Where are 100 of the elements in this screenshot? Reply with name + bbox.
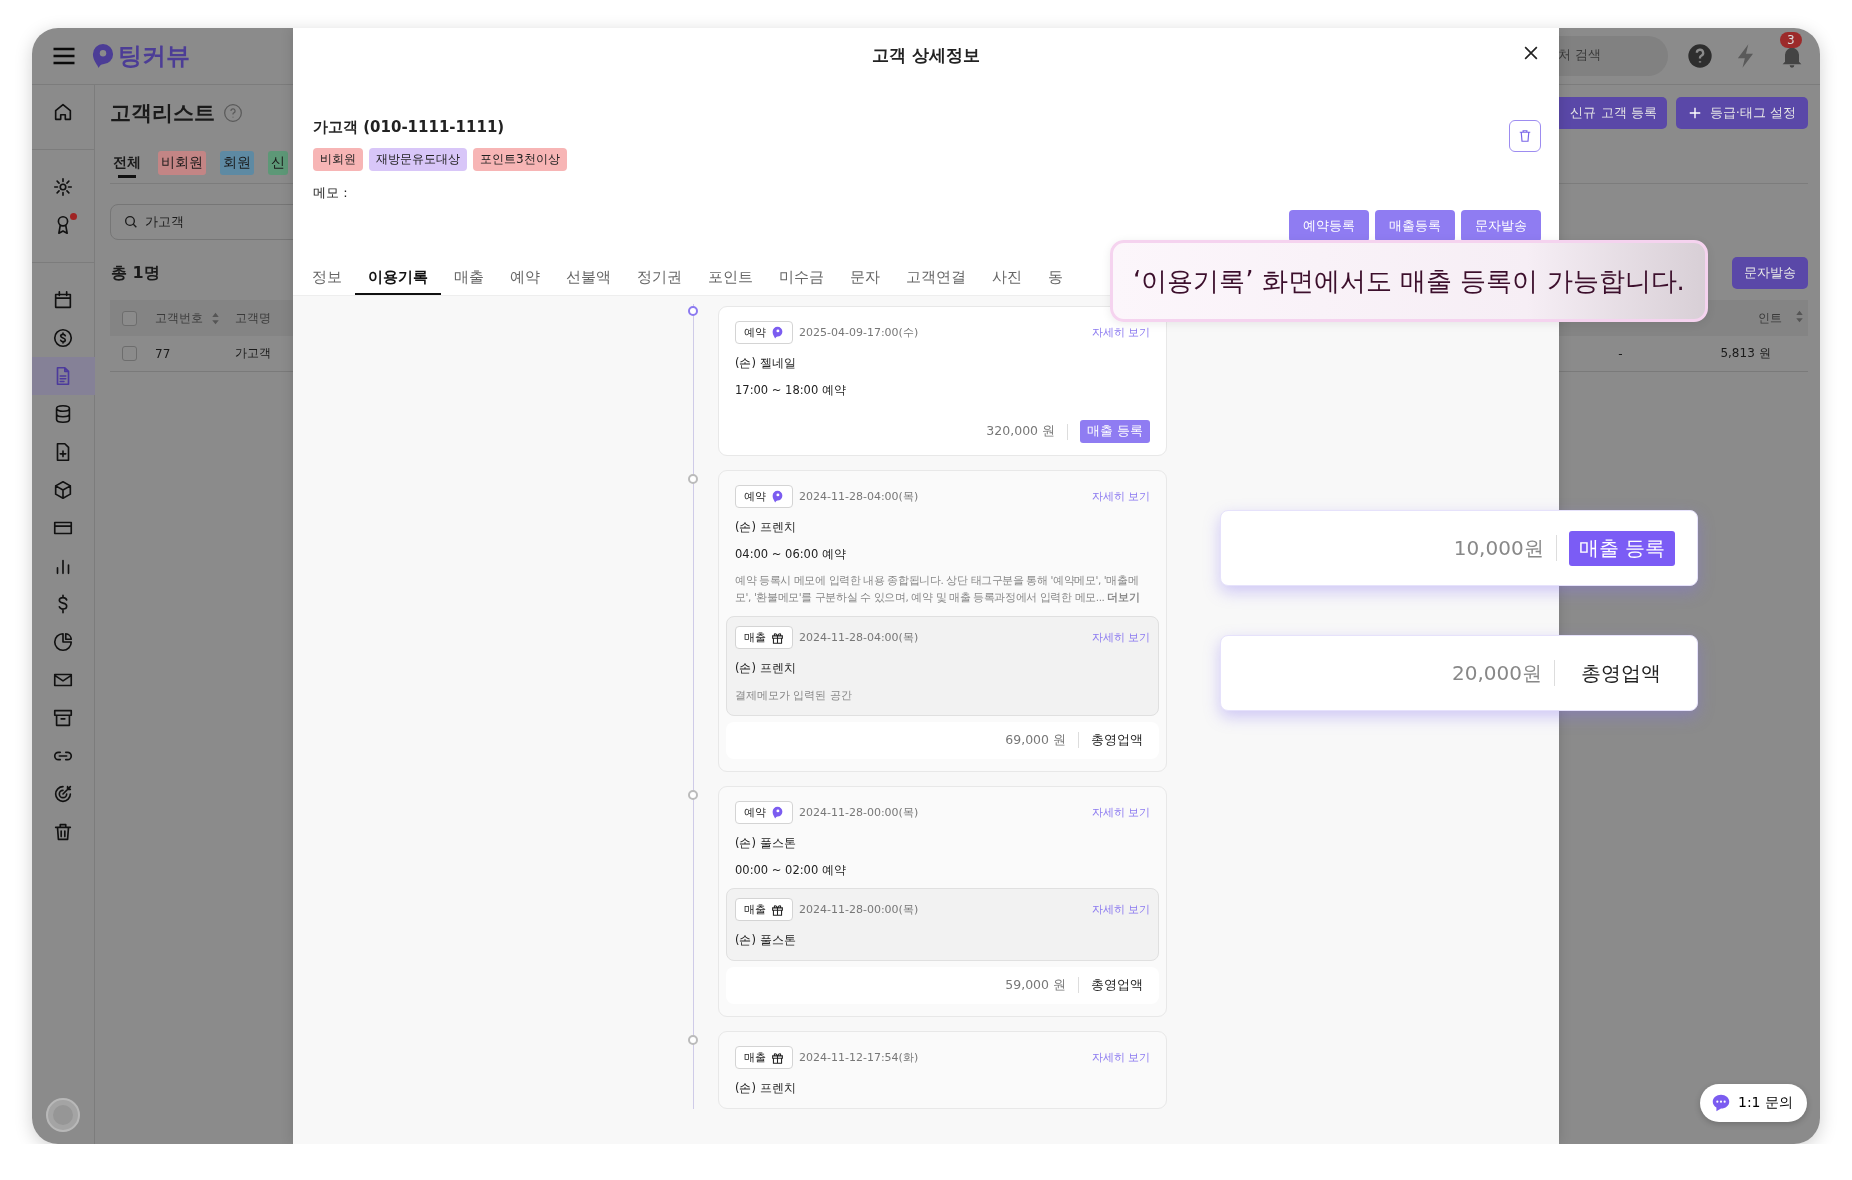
pin-icon [771, 805, 784, 819]
details-link[interactable]: 자세히 보기 [1091, 804, 1150, 820]
amount-text: 320,000 원 [986, 423, 1055, 440]
total-sales-label: 총영업액 [1091, 731, 1143, 749]
filter-tab[interactable]: 비회원 [158, 151, 206, 175]
tab[interactable]: 선불액 [553, 262, 624, 295]
gift-icon [771, 902, 784, 916]
type-badge: 예약 [735, 485, 793, 508]
pie-chart-icon [52, 631, 74, 653]
record-text: (손) 프렌치 [735, 520, 797, 535]
record-text: (손) 프렌치 [735, 660, 797, 676]
details-link[interactable]: 자세히 보기 [1091, 629, 1150, 645]
logo-text: 팅커뷰 [118, 41, 190, 72]
archive-icon [52, 707, 74, 729]
chat-button[interactable]: 1:1 문의 [1700, 1084, 1807, 1122]
alert-dot [69, 213, 77, 220]
tab[interactable]: 정보 [299, 262, 355, 295]
tag: 포인트3천이상 [473, 148, 567, 171]
amount-text: 69,000 원 [1005, 731, 1066, 749]
details-link[interactable]: 자세히 보기 [1091, 1049, 1150, 1065]
total-count: 총 1명 [111, 262, 160, 284]
search-icon [123, 214, 139, 230]
register-sale-button[interactable]: 매출 등록 [1080, 420, 1150, 443]
tab[interactable]: 포인트 [695, 262, 766, 295]
memo-text: 예약 등록시 메모에 입력한 내용 종합됩니다. 상단 태그구분을 통해 '예약메모', '매출메모', '환불메모'를 구분하실 수 있으며, 예약 및 매출 등록과정에서 입력한 메모... 더보기 [735, 573, 1141, 605]
tab[interactable]: 매출 [441, 262, 497, 295]
pin-icon [771, 326, 784, 339]
action-button[interactable]: 문자발송 [1461, 210, 1541, 242]
gift-icon [771, 1050, 784, 1064]
record-text: (손) 풀스톤 [735, 932, 797, 948]
customer-name: 가고객 (010-1111-1111) [313, 118, 506, 137]
dialog-title: 고객 상세정보 [872, 43, 980, 67]
tag: 비회원 [313, 148, 363, 171]
type-badge: 매출 [735, 1045, 793, 1069]
help-icon[interactable] [1686, 42, 1714, 70]
type-badge: 매출 [735, 897, 793, 921]
filter-tab[interactable]: 신 [268, 151, 288, 175]
record-text: (손) 풀스톤 [735, 835, 797, 851]
tag: 재방문유도대상 [369, 148, 467, 171]
table-cell: 5,813 원 [1720, 345, 1771, 362]
date-text: 2024-11-28-00:00(목) [799, 901, 919, 917]
type-badge: 예약 [735, 800, 793, 824]
gift-icon [771, 630, 784, 644]
details-link[interactable]: 자세히 보기 [1091, 489, 1150, 504]
chat-icon [1710, 1092, 1732, 1114]
target-icon [52, 783, 74, 805]
send-message-button[interactable]: 문자발송 [1732, 257, 1808, 289]
home-icon [52, 101, 74, 123]
plus-icon [1687, 106, 1702, 120]
date-text: 2024-11-12-17:54(화) [799, 1049, 919, 1065]
action-button[interactable]: 매출등록 [1375, 210, 1455, 242]
amount-text: 10,000원 [1453, 534, 1544, 562]
type-badge: 매출 [735, 625, 793, 649]
record-text: (손) 젤네일 [735, 356, 797, 371]
date-text: 2024-11-28-00:00(목) [799, 804, 919, 820]
action-button[interactable]: 예약등록 [1289, 210, 1369, 242]
record-text: 17:00 ~ 18:00 예약 [735, 383, 847, 398]
delete-button[interactable] [1509, 120, 1541, 152]
calendar-icon [52, 289, 74, 311]
total-sales-label: 총영업액 [1091, 976, 1143, 994]
checkbox[interactable] [122, 310, 137, 326]
table-cell-text: 77 [155, 346, 172, 361]
filter-tab[interactable]: 회원 [220, 151, 254, 175]
table-cell: 가고객 [235, 345, 271, 362]
date-text: 2025-04-09-17:00(수) [799, 325, 919, 340]
notification-badge: 3 [1780, 32, 1802, 48]
date-text: 2024-11-28-04:00(목) [799, 489, 919, 504]
page-title: 고객리스트 [110, 100, 215, 127]
filter-tab[interactable]: 전체 [110, 151, 144, 175]
payment-memo: 결제메모가 입력된 공간 [735, 687, 853, 703]
tab[interactable]: 사진 [979, 262, 1035, 295]
cube-icon [52, 479, 74, 501]
tab[interactable]: 고객연결 [893, 262, 979, 295]
type-badge: 예약 [735, 321, 793, 344]
amount-text: 20,000원 [1452, 659, 1542, 687]
callout-text: ‘이용기록’ 화면에서도 매출 등록이 가능합니다. [1133, 264, 1685, 298]
column-header: 고객명 [235, 309, 271, 327]
column-header: 인트 [1758, 309, 1782, 327]
details-link[interactable]: 자세히 보기 [1091, 901, 1150, 917]
record-text: 00:00 ~ 02:00 예약 [735, 862, 847, 878]
details-link[interactable]: 자세히 보기 [1091, 325, 1150, 340]
amount-text: 59,000 원 [1005, 976, 1066, 994]
tab[interactable]: 정기권 [624, 262, 695, 295]
total-sales-label: 총영업액 [1580, 659, 1662, 687]
table-cell: - [1618, 346, 1623, 361]
logo-icon [92, 43, 114, 69]
column-header: 고객번호 [155, 309, 203, 327]
memo-label: 메모 : [313, 184, 349, 202]
date-text: 2024-11-28-04:00(목) [799, 629, 919, 645]
pin-icon [771, 490, 784, 503]
sidebar-item[interactable] [32, 357, 95, 395]
register-sale-button[interactable]: 매출 등록 [1568, 530, 1675, 566]
tab[interactable]: 이용기록 [355, 262, 441, 295]
checkbox[interactable] [122, 346, 137, 361]
tab[interactable]: 미수금 [766, 262, 837, 295]
action-button[interactable]: 등급·태그 설정 [1675, 97, 1808, 129]
tab[interactable]: 동 [1035, 262, 1076, 295]
coin-icon [52, 327, 74, 349]
tab[interactable]: 예약 [497, 262, 553, 295]
tab[interactable]: 문자 [837, 262, 893, 295]
